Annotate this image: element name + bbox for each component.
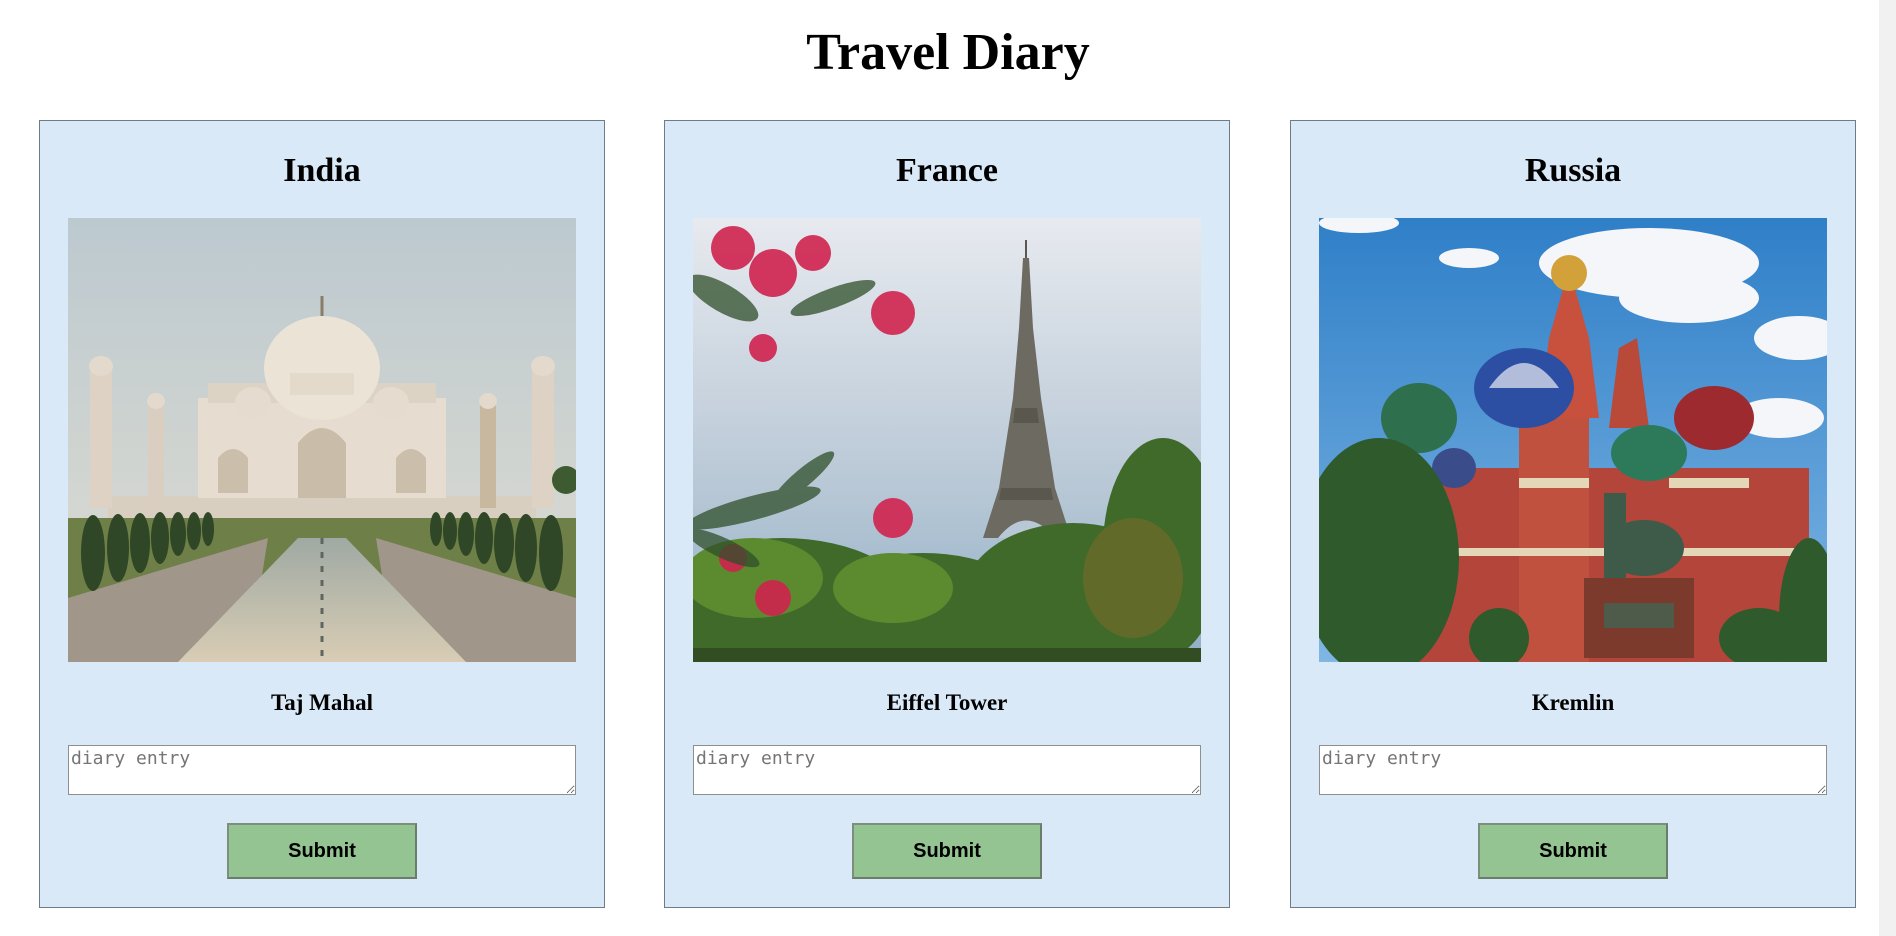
landmark-name: Taj Mahal — [270, 690, 374, 715]
country-card-france: France Eiffel Tower diary entry Submit — [664, 120, 1230, 908]
eiffel-tower-photo — [693, 218, 1201, 662]
diary-entry-input[interactable] — [693, 745, 1201, 795]
submit-button[interactable]: Submit — [852, 823, 1042, 879]
landmark-name: Kremlin — [1531, 690, 1615, 715]
kremlin-photo — [1319, 218, 1827, 662]
country-card-russia: Russia Kremlin diary entry Submit — [1290, 120, 1856, 908]
taj-mahal-photo — [68, 218, 576, 662]
submit-button[interactable]: Submit — [227, 823, 417, 879]
diary-entry-input[interactable] — [1319, 745, 1827, 795]
diary-entry-input[interactable] — [68, 745, 576, 795]
country-title: India — [283, 152, 361, 189]
page-scrollbar[interactable] — [1879, 0, 1896, 936]
submit-button[interactable]: Submit — [1478, 823, 1668, 879]
landmark-name: Eiffel Tower — [886, 690, 1008, 715]
country-card-india: India Taj Mahal diary entry Submit — [39, 120, 605, 908]
country-title: France — [896, 152, 998, 189]
country-title: Russia — [1524, 152, 1622, 189]
page-title: Travel Diary — [806, 24, 1090, 81]
